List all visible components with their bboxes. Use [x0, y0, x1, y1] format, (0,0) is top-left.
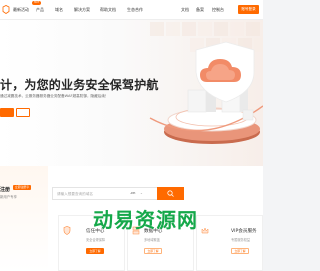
- hero-title: 计，为您的业务安全保驾护航: [0, 78, 159, 92]
- logo-icon[interactable]: [2, 5, 10, 14]
- card-tag-trust[interactable]: 立即了解: [86, 248, 104, 254]
- watermark-logo: 动易资源网: [93, 208, 198, 232]
- card-desc-trust: 安全合规保障: [86, 238, 106, 242]
- card-desc-vip: 专属服务权益: [231, 238, 251, 242]
- svg-text:动易资源网: 动易资源网: [93, 208, 198, 232]
- register-promo[interactable]: 注册 立即注册享 新用户专享: [0, 166, 48, 271]
- chevron-down-icon[interactable]: ⌄: [140, 191, 143, 195]
- hero-subtitle: 通过减震技术，云服务器服务器业务配备WAF超高防御，隐藏后续！: [0, 94, 109, 98]
- promo-subtitle: 新用户专享: [0, 195, 17, 199]
- hot-badge: HOT: [32, 1, 41, 5]
- page: 最新活动 HOT 产品 域名 解决方案 帮助文档 生态合作 文档 备案 控制台 …: [0, 0, 263, 271]
- search-button[interactable]: [157, 187, 184, 200]
- hero-banner: 计，为您的业务安全保驾护航 通过减震技术，云服务器服务器业务配备WAF超高防御，…: [0, 20, 263, 166]
- login-button[interactable]: 账号登录: [238, 5, 259, 14]
- nav-link-console[interactable]: 控制台: [212, 7, 224, 13]
- nav-item-ecosystem[interactable]: 生态合作: [127, 7, 143, 13]
- card-tag-datacenter[interactable]: 立即了解: [144, 248, 162, 254]
- nav-item-products[interactable]: 产品: [36, 7, 44, 13]
- promo-title: 注册: [0, 187, 11, 193]
- card-desc-datacenter: 多地域覆盖: [144, 238, 160, 242]
- search-icon: [167, 190, 174, 197]
- hero-primary-button[interactable]: [0, 108, 14, 117]
- promo-badge: 立即注册享: [13, 185, 31, 190]
- shield-icon: [63, 226, 71, 235]
- hero-illustration: [149, 22, 263, 144]
- nav-link-filing[interactable]: 备案: [196, 7, 204, 13]
- top-nav: 最新活动 HOT 产品 域名 解决方案 帮助文档 生态合作 文档 备案 控制台 …: [0, 0, 263, 20]
- card-tag-vip[interactable]: 立即了解: [231, 248, 249, 254]
- hero-secondary-button[interactable]: [16, 108, 30, 117]
- domain-search-input[interactable]: 请输入想要查询的域名: [57, 192, 93, 197]
- nav-item-domains[interactable]: 域名: [55, 7, 63, 13]
- nav-link-docs[interactable]: 文档: [181, 7, 189, 13]
- nav-item-docs[interactable]: 帮助文档: [100, 7, 116, 13]
- services-section: 注册 立即注册享 新用户专享 请输入想要查询的域名 .cn ⌄ 信任中心 安全合…: [0, 166, 263, 271]
- card-title-vip: VIP会员服务: [231, 229, 257, 234]
- nav-item-solutions[interactable]: 解决方案: [74, 7, 90, 13]
- domain-suffix-select[interactable]: .cn: [130, 191, 135, 195]
- nav-item-activities[interactable]: 最新活动: [13, 7, 29, 13]
